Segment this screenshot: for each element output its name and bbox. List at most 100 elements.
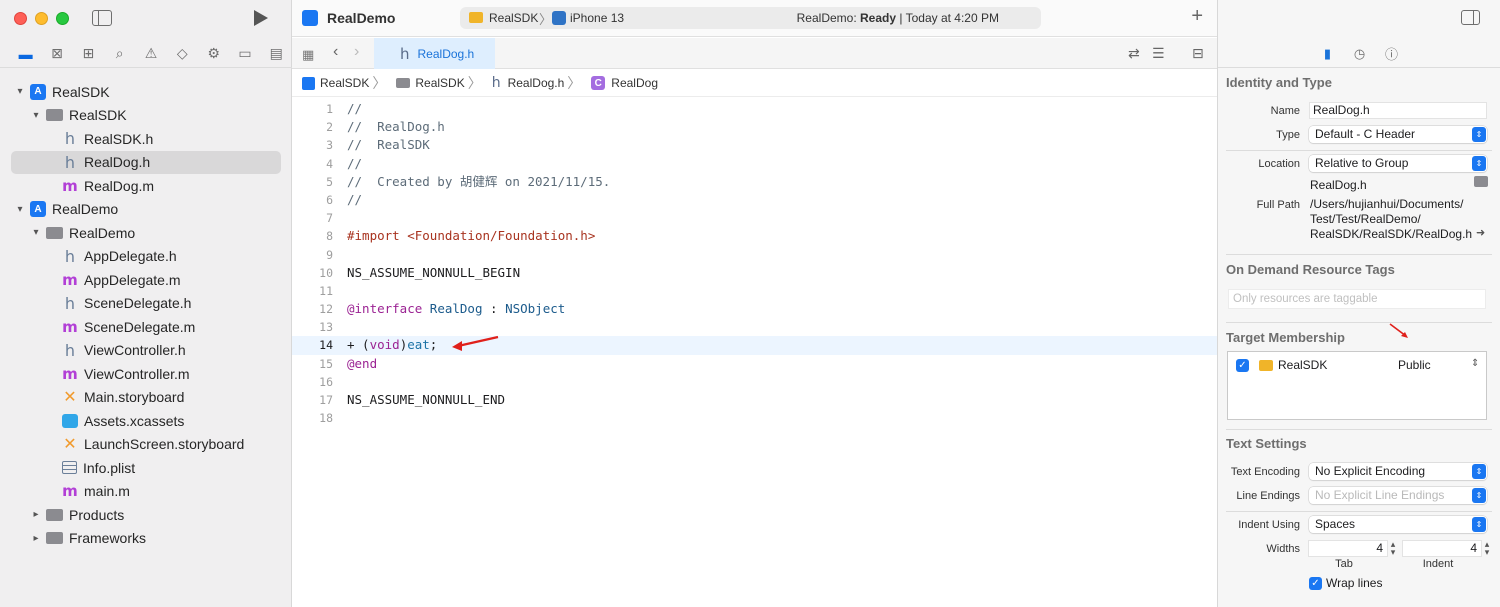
tree-item[interactable]: m AppDelegate.m [0, 268, 292, 292]
sidebar-toggle-icon[interactable] [92, 10, 112, 26]
code-line[interactable]: 7 [292, 209, 1217, 227]
source-editor[interactable]: 1 // 2 // RealDog.h 3 // RealSDK 4 // 5 // Create… [292, 100, 1217, 427]
tree-item[interactable]: h RealSDK.h [0, 127, 292, 151]
tab-width-field[interactable]: 4 [1308, 540, 1388, 557]
tree-item[interactable]: h ViewController.h [0, 339, 292, 363]
line-number: 7 [326, 211, 333, 226]
disclosure-triangle-icon[interactable]: ▾ [14, 204, 26, 215]
chevron-left-icon[interactable]: ‹ [333, 43, 338, 61]
tree-item[interactable]: Assets.xcassets [0, 409, 292, 433]
code-line[interactable]: 9 [292, 246, 1217, 264]
code-line[interactable]: 1 // [292, 100, 1217, 118]
add-icon[interactable]: + [1191, 6, 1203, 26]
line-endings-popup[interactable]: No Explicit Line Endings ⇕ [1309, 487, 1487, 504]
resource-tags-input[interactable]: Only resources are taggable [1228, 289, 1486, 309]
code-line[interactable]: 12 @interface RealDog : NSObject [292, 300, 1217, 318]
minimize-window-button[interactable] [35, 12, 48, 25]
jump-bar-file[interactable]: h RealDog.h 〉 [492, 73, 588, 93]
tree-item[interactable]: h RealDog.h [11, 150, 281, 174]
indent-using-popup[interactable]: Spaces ⇕ [1309, 516, 1487, 533]
test-icon[interactable]: ◇ [167, 43, 198, 65]
location-popup[interactable]: Relative to Group ⇕ [1309, 155, 1487, 172]
tree-item[interactable]: ▾ RealDemo [0, 221, 292, 245]
grid-icon[interactable]: ▦ [302, 47, 314, 63]
close-window-button[interactable] [14, 12, 27, 25]
tree-item[interactable]: m main.m [0, 480, 292, 504]
disclosure-triangle-icon[interactable]: ▸ [30, 509, 42, 520]
tree-item-label: Main.storyboard [84, 389, 185, 406]
name-field[interactable]: RealDog.h [1309, 102, 1487, 119]
history-icon[interactable]: ◷ [1352, 46, 1368, 62]
code-line[interactable]: 5 // Created by 胡健辉 on 2021/11/15. [292, 173, 1217, 191]
code-line[interactable]: 4 // [292, 155, 1217, 173]
tree-item[interactable]: Info.plist [0, 456, 292, 480]
tree-item[interactable]: m RealDog.m [0, 174, 292, 198]
tab-realdog-h[interactable]: h RealDog.h [374, 38, 495, 69]
reveal-arrow-icon[interactable]: ➜ [1476, 226, 1485, 239]
warning-icon[interactable]: ⚠ [135, 43, 166, 65]
tree-item[interactable]: h SceneDelegate.h [0, 292, 292, 316]
folder-icon[interactable]: ▬ [10, 43, 41, 65]
inspector-toggle-icon[interactable] [1461, 10, 1480, 25]
disclosure-triangle-icon[interactable]: ▾ [30, 110, 42, 121]
editor-options-icon[interactable]: ☰ [1152, 45, 1165, 62]
tree-item[interactable]: ✕ Main.storyboard [0, 386, 292, 410]
indent-width-stepper[interactable]: ▴ ▾ [1482, 540, 1492, 557]
split-editor-icon[interactable]: ⊟ [1192, 45, 1204, 62]
tab-width-stepper[interactable]: ▴ ▾ [1388, 540, 1398, 557]
code-line[interactable]: 3 // RealSDK [292, 136, 1217, 154]
code-line[interactable]: 15 @end [292, 355, 1217, 373]
folder-icon[interactable] [1474, 176, 1488, 187]
run-button[interactable] [254, 10, 268, 26]
disclosure-triangle-icon[interactable]: ▸ [30, 533, 42, 544]
code-line[interactable]: 6 // [292, 191, 1217, 209]
tree-item[interactable]: h AppDelegate.h [0, 245, 292, 269]
wrap-lines-checkbox[interactable]: ✓ [1309, 577, 1322, 590]
breakpoint-icon[interactable]: ▭ [229, 43, 260, 65]
header-file-icon: h [64, 340, 76, 360]
symbol-navigator-icon[interactable]: ⊞ [73, 43, 104, 65]
tree-item[interactable]: ✕ LaunchScreen.storyboard [0, 433, 292, 457]
tree-item[interactable]: m SceneDelegate.m [0, 315, 292, 339]
code-line[interactable]: 18 [292, 409, 1217, 427]
membership-checkbox[interactable]: ✓ [1236, 359, 1249, 372]
wrap-lines-label: Wrap lines [1326, 576, 1383, 590]
jump-bar-group[interactable]: RealSDK 〉 [396, 73, 487, 93]
source-control-icon[interactable]: ⊠ [41, 43, 72, 65]
code-line[interactable]: 14 + (void)eat; [292, 336, 1217, 355]
tree-item-label: RealSDK.h [84, 130, 154, 147]
tree-item[interactable]: ▾ A RealSDK [0, 80, 292, 104]
code-line[interactable]: 11 [292, 282, 1217, 300]
tree-item[interactable]: ▸ Frameworks [0, 527, 292, 551]
code-line[interactable]: 8 #import <Foundation/Foundation.h> [292, 227, 1217, 245]
jump-bar-symbol[interactable]: C RealDog [591, 76, 658, 90]
related-items-icon[interactable]: ⇄ [1128, 45, 1140, 62]
code-line[interactable]: 2 // RealDog.h [292, 118, 1217, 136]
membership-visibility-popup[interactable]: Public [1398, 358, 1431, 372]
tree-item[interactable]: ▸ Products [0, 503, 292, 527]
jump-bar-project[interactable]: RealSDK 〉 [302, 73, 392, 93]
type-popup[interactable]: Default - C Header ⇕ [1309, 126, 1487, 143]
file-inspector-icon[interactable]: ▮ [1320, 46, 1336, 62]
folder-icon [46, 508, 63, 521]
report-icon[interactable]: ▤ [261, 43, 292, 65]
indent-width-field[interactable]: 4 [1402, 540, 1482, 557]
code-line[interactable]: 16 [292, 373, 1217, 391]
disclosure-triangle-icon[interactable]: ▾ [30, 227, 42, 238]
debug-icon[interactable]: ⚙ [198, 43, 229, 65]
chevron-right-icon[interactable]: › [354, 43, 359, 61]
class-icon: C [591, 76, 606, 90]
disclosure-triangle-icon[interactable]: ▾ [14, 86, 26, 97]
device-selector[interactable]: iPhone 13 [570, 11, 624, 25]
code-line[interactable]: 13 [292, 318, 1217, 336]
encoding-popup[interactable]: No Explicit Encoding ⇕ [1309, 463, 1487, 480]
help-icon[interactable]: ⓘ [1384, 44, 1400, 63]
scheme-selector[interactable]: RealSDK [489, 11, 538, 25]
code-line[interactable]: 17 NS_ASSUME_NONNULL_END [292, 391, 1217, 409]
tree-item[interactable]: ▾ A RealDemo [0, 198, 292, 222]
code-line[interactable]: 10 NS_ASSUME_NONNULL_BEGIN [292, 264, 1217, 282]
zoom-window-button[interactable] [56, 12, 69, 25]
search-icon[interactable]: ⌕ [104, 43, 135, 65]
tree-item[interactable]: m ViewController.m [0, 362, 292, 386]
tree-item[interactable]: ▾ RealSDK [0, 104, 292, 128]
